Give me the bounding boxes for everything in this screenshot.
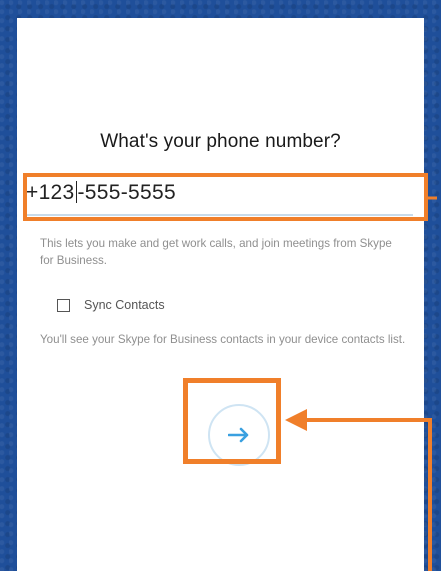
phone-setup-screen: What's your phone number? +123 -555-5555 … (17, 18, 424, 571)
sync-contacts-label: Sync Contacts (84, 298, 165, 312)
phone-field-highlight (23, 173, 428, 221)
sync-contacts-row[interactable]: Sync Contacts (57, 296, 165, 314)
phone-helper-text: This lets you make and get work calls, a… (40, 237, 392, 267)
next-button-highlight (183, 378, 281, 464)
sync-contacts-checkbox[interactable] (57, 298, 70, 312)
page-title: What's your phone number? (100, 131, 341, 152)
sync-contacts-description: You'll see your Skype for Business conta… (40, 333, 406, 346)
